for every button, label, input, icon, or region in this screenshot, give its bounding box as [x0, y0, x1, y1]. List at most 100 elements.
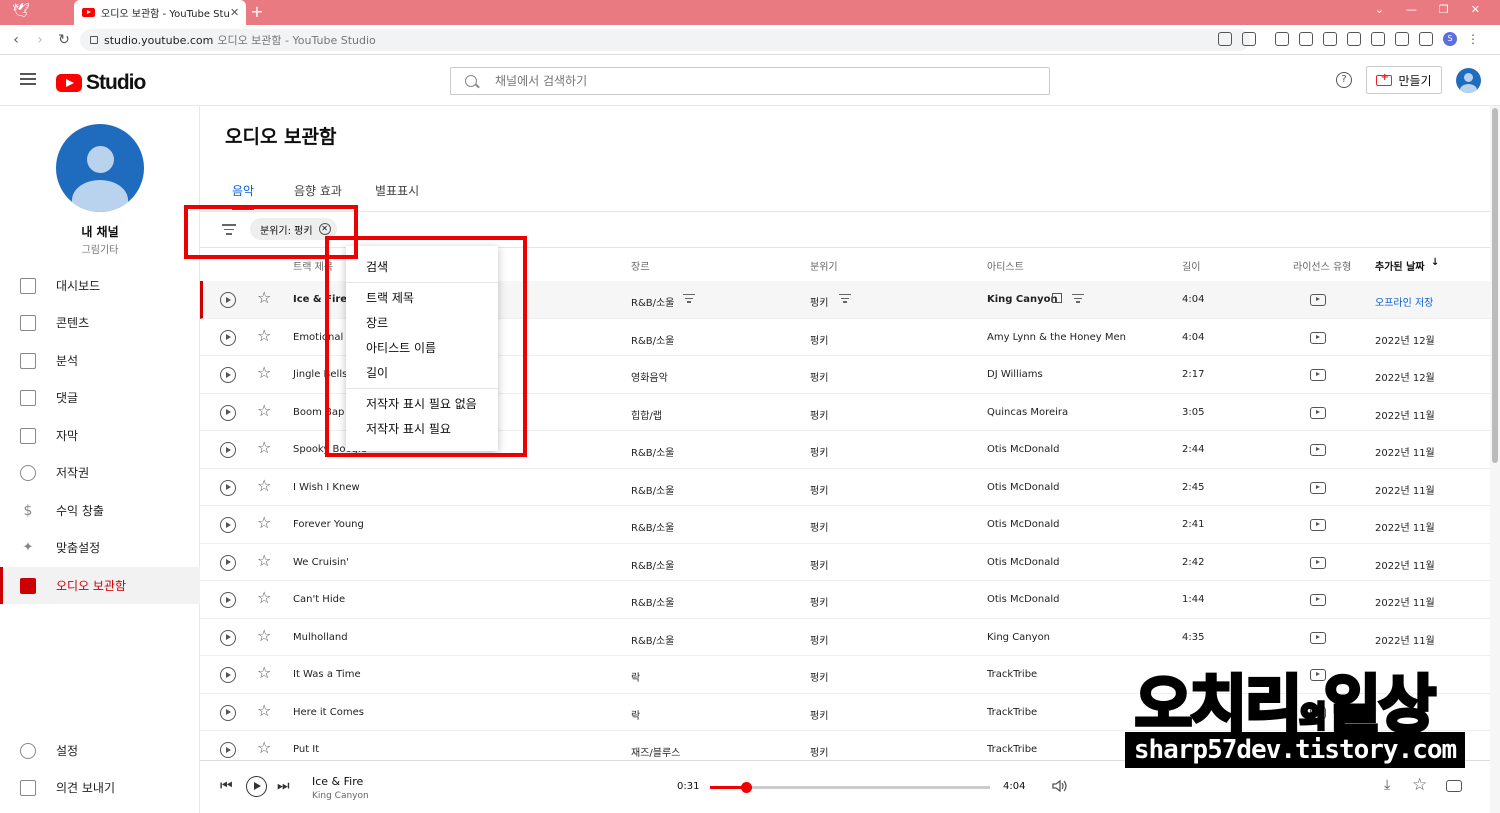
next-track-icon[interactable]: ⏭ [277, 778, 290, 794]
studio-logo[interactable]: Studio [56, 71, 146, 95]
play-track-icon[interactable] [220, 442, 236, 458]
channel-search[interactable] [450, 67, 1050, 95]
play-track-icon[interactable] [220, 517, 236, 533]
license-youtube-icon[interactable] [1310, 631, 1326, 644]
download-track-icon[interactable]: ⤓ [1384, 777, 1390, 793]
play-track-icon[interactable] [220, 554, 236, 571]
account-avatar[interactable] [1456, 68, 1481, 93]
sidebar-item-audio-library[interactable]: 오디오 보관함 [0, 567, 200, 604]
cast-icon[interactable] [1218, 32, 1232, 46]
play-track-icon[interactable] [220, 292, 236, 308]
back-icon[interactable]: ‹ [8, 32, 24, 48]
star-icon[interactable]: ☆ [257, 552, 271, 569]
browser-tab[interactable]: 오디오 보관함 - YouTube Studio ✕ [74, 0, 246, 25]
close-tab-icon[interactable]: ✕ [230, 6, 246, 19]
chevron-down-icon[interactable]: ⌄ [1375, 3, 1384, 16]
table-row[interactable]: ☆ I Wish I Knew R&B/소울 펑키 Otis McDonald 2:45 2… [200, 469, 1490, 506]
previous-track-icon[interactable]: ⏮ [220, 778, 233, 794]
table-row[interactable]: ☆ We Cruisin' R&B/소울 펑키 Otis McDonald 2:42 202… [200, 544, 1490, 581]
tab-sound-effects[interactable]: 음향 효과 [294, 182, 342, 199]
star-icon[interactable]: ☆ [257, 327, 271, 344]
play-track-icon[interactable] [220, 479, 236, 496]
star-icon[interactable]: ☆ [257, 515, 271, 531]
filter-genre-icon[interactable] [683, 294, 695, 304]
play-track-icon[interactable] [220, 629, 236, 646]
star-icon[interactable]: ☆ [257, 590, 271, 606]
license-youtube-icon[interactable] [1310, 481, 1326, 494]
col-date[interactable]: 추가된 날짜 [1375, 258, 1424, 273]
sidebar-item-analytics[interactable]: 분석 [0, 342, 200, 379]
col-genre[interactable]: 장르 [631, 258, 649, 273]
play-track-icon[interactable] [220, 404, 236, 421]
menu-icon[interactable] [20, 73, 36, 85]
play-track-icon[interactable] [220, 329, 236, 346]
settings-icon[interactable] [1395, 32, 1409, 46]
minimize-icon[interactable]: — [1406, 3, 1417, 16]
star-icon[interactable]: ☆ [257, 477, 271, 494]
more-menu-icon[interactable]: ⋮ [1467, 32, 1479, 46]
filter-mood-icon[interactable] [839, 294, 851, 304]
channel-avatar[interactable] [56, 124, 144, 212]
star-icon[interactable]: ☆ [257, 365, 271, 381]
forward-icon[interactable]: › [32, 32, 48, 48]
sidebar-item-dashboard[interactable]: 대시보드 [0, 267, 200, 304]
table-row[interactable]: ☆ Forever Young R&B/소울 펑키 Otis McDonald 2:41 2… [200, 506, 1490, 544]
star-icon[interactable]: ☆ [257, 665, 271, 681]
col-duration[interactable]: 길이 [1182, 258, 1200, 273]
restore-icon[interactable]: ❐ [1439, 3, 1449, 16]
share-icon[interactable] [1242, 32, 1256, 46]
help-icon[interactable]: ? [1336, 72, 1352, 88]
sort-down-icon[interactable]: ↓ [1431, 257, 1439, 268]
screenshot-icon[interactable] [1371, 32, 1385, 46]
sidebar-item-content[interactable]: 콘텐츠 [0, 304, 200, 341]
close-window-icon[interactable]: ✕ [1471, 3, 1480, 16]
external-link-icon[interactable] [1052, 293, 1062, 303]
tab-starred[interactable]: 별표표시 [375, 182, 419, 199]
youtube-link-icon[interactable] [1446, 780, 1462, 792]
volume-icon[interactable] [1052, 779, 1068, 793]
filter-artist-icon[interactable] [1072, 294, 1084, 304]
star-icon[interactable]: ☆ [257, 440, 271, 456]
sidebar-icon[interactable] [1419, 32, 1433, 46]
sidebar-item-comments[interactable]: 댓글 [0, 379, 200, 416]
star-icon[interactable]: ☆ [257, 740, 271, 756]
col-license[interactable]: 라이선스 유형 [1293, 258, 1351, 273]
reading-list-icon[interactable] [1323, 32, 1337, 46]
license-youtube-icon[interactable] [1310, 406, 1326, 419]
star-icon[interactable]: ☆ [257, 402, 271, 419]
star-track-icon[interactable]: ☆ [1412, 775, 1427, 795]
sidebar-item-customization[interactable]: ✦ 맞춤설정 [0, 529, 200, 566]
license-youtube-icon[interactable] [1310, 444, 1326, 456]
create-button[interactable]: 만들기 [1366, 66, 1442, 94]
table-row[interactable]: ☆ Mulholland R&B/소울 펑키 King Canyon 4:35 2022년 … [200, 619, 1490, 656]
star-icon[interactable]: ☆ [257, 627, 271, 644]
reload-icon[interactable]: ↻ [56, 32, 72, 48]
license-youtube-icon[interactable] [1310, 594, 1326, 606]
page-scrollbar[interactable] [1490, 106, 1500, 813]
license-youtube-icon[interactable] [1310, 331, 1326, 344]
license-youtube-icon[interactable] [1310, 294, 1326, 306]
bookmark-icon[interactable] [1275, 32, 1289, 46]
sidebar-item-subtitles[interactable]: 자막 [0, 417, 200, 454]
save-offline-link[interactable]: 오프라인 저장 [1375, 294, 1433, 309]
extensions-icon[interactable] [1299, 32, 1313, 46]
table-row[interactable]: ☆ Can't Hide R&B/소울 펑키 Otis McDonald 1:44 2022… [200, 581, 1490, 619]
new-tab-button[interactable]: + [249, 3, 265, 21]
scrollbar-thumb[interactable] [1492, 108, 1498, 463]
sidebar-item-monetization[interactable]: $ 수익 창출 [0, 492, 200, 529]
star-icon[interactable]: ☆ [257, 702, 271, 719]
sidebar-item-settings[interactable]: 설정 [0, 732, 200, 769]
license-youtube-icon[interactable] [1310, 519, 1326, 531]
play-track-icon[interactable] [220, 667, 236, 683]
play-track-icon[interactable] [220, 704, 236, 721]
sidebar-item-copyright[interactable]: 저작권 [0, 454, 200, 491]
seek-bar[interactable] [710, 782, 990, 793]
download-icon[interactable] [1347, 32, 1361, 46]
license-youtube-icon[interactable] [1310, 556, 1326, 569]
sidebar-item-feedback[interactable]: 의견 보내기 [0, 769, 200, 806]
seek-handle[interactable] [740, 782, 752, 793]
license-youtube-icon[interactable] [1310, 369, 1326, 381]
col-mood[interactable]: 분위기 [810, 258, 838, 273]
url-field[interactable]: studio.youtube.com 오디오 보관함 - YouTube Stu… [80, 29, 1250, 51]
profile-avatar[interactable]: S [1443, 32, 1457, 46]
